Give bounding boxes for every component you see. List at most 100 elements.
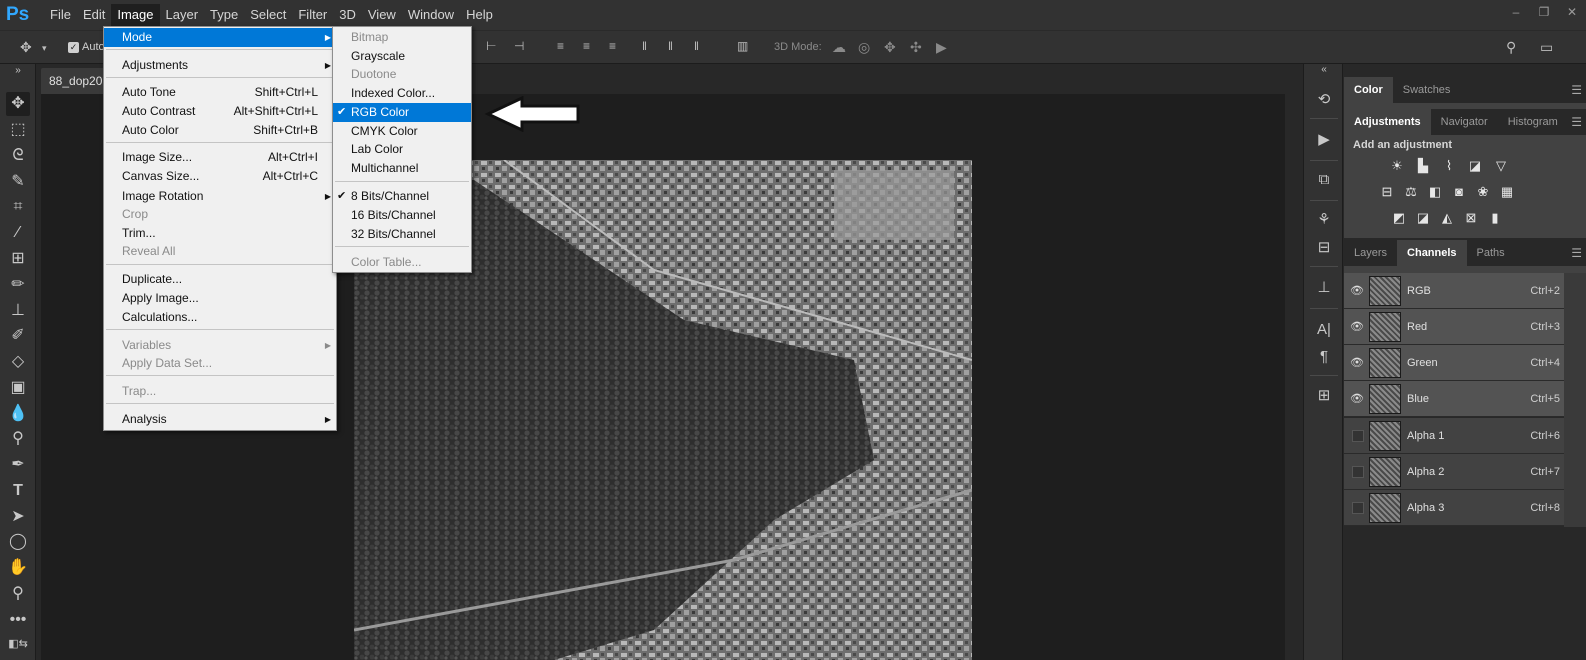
exposure-icon[interactable]: ◪ — [1466, 158, 1484, 174]
chevron-down-icon[interactable]: ▾ — [42, 43, 47, 54]
menu-item-indexed-color[interactable]: Indexed Color... — [333, 84, 471, 103]
menu-file[interactable]: File — [44, 4, 77, 26]
tab-navigator[interactable]: Navigator — [1431, 109, 1498, 135]
menu-item-16-bits[interactable]: 16 Bits/Channel — [333, 206, 471, 225]
minimize-icon[interactable]: ‒ — [1502, 0, 1530, 24]
eye-icon[interactable]: 👁 — [1350, 284, 1364, 298]
panel-menu-icon[interactable]: ☰ — [1571, 109, 1582, 135]
dodge-tool-icon[interactable]: ⚲ — [6, 427, 30, 451]
restore-icon[interactable]: ❐ — [1530, 0, 1558, 24]
menu-layer[interactable]: Layer — [160, 4, 205, 26]
channel-row-green[interactable]: 👁 Green Ctrl+4 — [1344, 345, 1564, 381]
search-icon[interactable]: ⚲ — [1506, 39, 1516, 56]
menu-item-multichannel[interactable]: Multichannel — [333, 159, 471, 178]
channel-row-alpha-2[interactable]: Alpha 2 Ctrl+7 — [1344, 454, 1564, 490]
menu-item-cmyk-color[interactable]: CMYK Color — [333, 122, 471, 141]
invert-icon[interactable]: ◩ — [1390, 210, 1408, 226]
eraser-tool-icon[interactable]: ◇ — [6, 350, 30, 374]
distribute-icon[interactable]: ‖ — [642, 39, 647, 53]
3d-slide-icon[interactable]: ✣ — [910, 39, 922, 56]
color-swap-icon[interactable]: ◧⇆ — [6, 632, 30, 656]
menu-item-rgb-color[interactable]: ✔ RGB Color — [333, 103, 471, 122]
menu-item-duplicate[interactable]: Duplicate... — [104, 270, 336, 289]
panel-menu-icon[interactable]: ☰ — [1571, 240, 1582, 266]
menu-item-trim[interactable]: Trim... — [104, 224, 336, 243]
color-balance-icon[interactable]: ⚖ — [1402, 184, 1420, 200]
lasso-tool-icon[interactable]: ᘓ — [6, 144, 30, 168]
healing-brush-tool-icon[interactable]: ⊞ — [6, 247, 30, 271]
gradient-map-icon[interactable]: ▮ — [1486, 210, 1504, 226]
paragraph-icon[interactable]: ¶ — [1312, 345, 1336, 369]
distribute-icon[interactable]: ≡ — [583, 39, 590, 53]
eyedropper-tool-icon[interactable]: ⁄ — [6, 221, 30, 245]
distribute-icon[interactable]: ≡ — [557, 39, 564, 53]
more-tools-icon[interactable]: ••• — [6, 608, 30, 632]
brightness-icon[interactable]: ☀ — [1388, 158, 1406, 174]
channel-row-blue[interactable]: 👁 Blue Ctrl+5 — [1344, 381, 1564, 417]
actions-play-icon[interactable]: ▶ — [1312, 128, 1336, 152]
crop-tool-icon[interactable]: ⌗ — [6, 195, 30, 219]
tab-adjustments[interactable]: Adjustments — [1344, 109, 1431, 135]
move-tool-icon[interactable]: ✥ — [6, 92, 30, 116]
3d-icon[interactable]: ⧉ — [1312, 168, 1336, 192]
channel-row-alpha-3[interactable]: Alpha 3 Ctrl+8 — [1344, 490, 1564, 526]
menu-item-32-bits[interactable]: 32 Bits/Channel — [333, 225, 471, 244]
close-icon[interactable]: ✕ — [1558, 0, 1586, 24]
align-icon[interactable]: ⊣ — [514, 39, 524, 53]
gradient-tool-icon[interactable]: ▣ — [6, 376, 30, 400]
hue-saturation-icon[interactable]: ⊟ — [1378, 184, 1396, 200]
clone-stamp-tool-icon[interactable]: ⊥ — [6, 299, 30, 323]
channel-row-alpha-1[interactable]: Alpha 1 Ctrl+6 — [1344, 418, 1564, 454]
menu-help[interactable]: Help — [460, 4, 499, 26]
menu-image[interactable]: Image — [111, 4, 160, 26]
quick-selection-tool-icon[interactable]: ✎ — [6, 170, 30, 194]
menu-item-grayscale[interactable]: Grayscale — [333, 47, 471, 66]
panel-menu-icon[interactable]: ☰ — [1571, 77, 1582, 103]
menu-edit[interactable]: Edit — [77, 4, 111, 26]
history-icon[interactable]: ⟲ — [1312, 88, 1336, 112]
eye-icon[interactable]: 👁 — [1350, 392, 1364, 406]
history-brush-tool-icon[interactable]: ✐ — [6, 324, 30, 348]
visibility-toggle[interactable] — [1352, 430, 1364, 442]
align-icon[interactable]: ⊢ — [486, 39, 496, 53]
3d-scale-icon[interactable]: ▶ — [936, 39, 947, 56]
menu-item-adjustments[interactable]: Adjustments ▶ — [104, 56, 336, 75]
menu-item-auto-contrast[interactable]: Auto Contrast Alt+Shift+Ctrl+L — [104, 102, 336, 121]
menu-select[interactable]: Select — [244, 4, 292, 26]
tab-channels[interactable]: Channels — [1397, 240, 1467, 266]
collapse-icon[interactable]: « — [1312, 64, 1336, 76]
eye-icon[interactable]: 👁 — [1350, 356, 1364, 370]
3d-pan-icon[interactable]: ✥ — [884, 39, 896, 56]
tab-color[interactable]: Color — [1344, 77, 1393, 103]
channel-mixer-icon[interactable]: ❀ — [1474, 184, 1492, 200]
auto-align-icon[interactable]: ▥ — [737, 39, 748, 53]
menu-item-canvas-size[interactable]: Canvas Size... Alt+Ctrl+C — [104, 167, 336, 186]
posterize-icon[interactable]: ◪ — [1414, 210, 1432, 226]
distribute-icon[interactable]: ‖ — [694, 39, 699, 53]
brush-tool-icon[interactable]: ✏ — [6, 273, 30, 297]
menu-filter[interactable]: Filter — [292, 4, 333, 26]
hand-tool-icon[interactable]: ✋ — [6, 556, 30, 580]
character-icon[interactable]: A| — [1312, 318, 1336, 342]
menu-item-image-rotation[interactable]: Image Rotation ▶ — [104, 187, 336, 206]
levels-icon[interactable]: ▙ — [1414, 158, 1432, 174]
libraries-icon[interactable]: ⊞ — [1312, 384, 1336, 408]
threshold-icon[interactable]: ◭ — [1438, 210, 1456, 226]
menu-view[interactable]: View — [362, 4, 402, 26]
tab-histogram[interactable]: Histogram — [1498, 109, 1568, 135]
distribute-icon[interactable]: ‖ — [668, 39, 673, 53]
menu-item-mode[interactable]: Mode ▶ — [104, 28, 336, 47]
vibrance-icon[interactable]: ▽ — [1492, 158, 1510, 174]
menu-item-8-bits[interactable]: ✔ 8 Bits/Channel — [333, 187, 471, 206]
menu-window[interactable]: Window — [402, 4, 460, 26]
distribute-icon[interactable]: ≡ — [609, 39, 616, 53]
workspace-icon[interactable]: ▭ — [1540, 39, 1553, 56]
zoom-tool-icon[interactable]: ⚲ — [6, 582, 30, 606]
menu-item-auto-color[interactable]: Auto Color Shift+Ctrl+B — [104, 121, 336, 140]
channel-row-red[interactable]: 👁 Red Ctrl+3 — [1344, 309, 1564, 345]
tab-layers[interactable]: Layers — [1344, 240, 1397, 266]
tab-paths[interactable]: Paths — [1467, 240, 1515, 266]
eye-icon[interactable]: 👁 — [1350, 320, 1364, 334]
ellipse-tool-icon[interactable]: ◯ — [6, 530, 30, 554]
menu-item-apply-image[interactable]: Apply Image... — [104, 289, 336, 308]
